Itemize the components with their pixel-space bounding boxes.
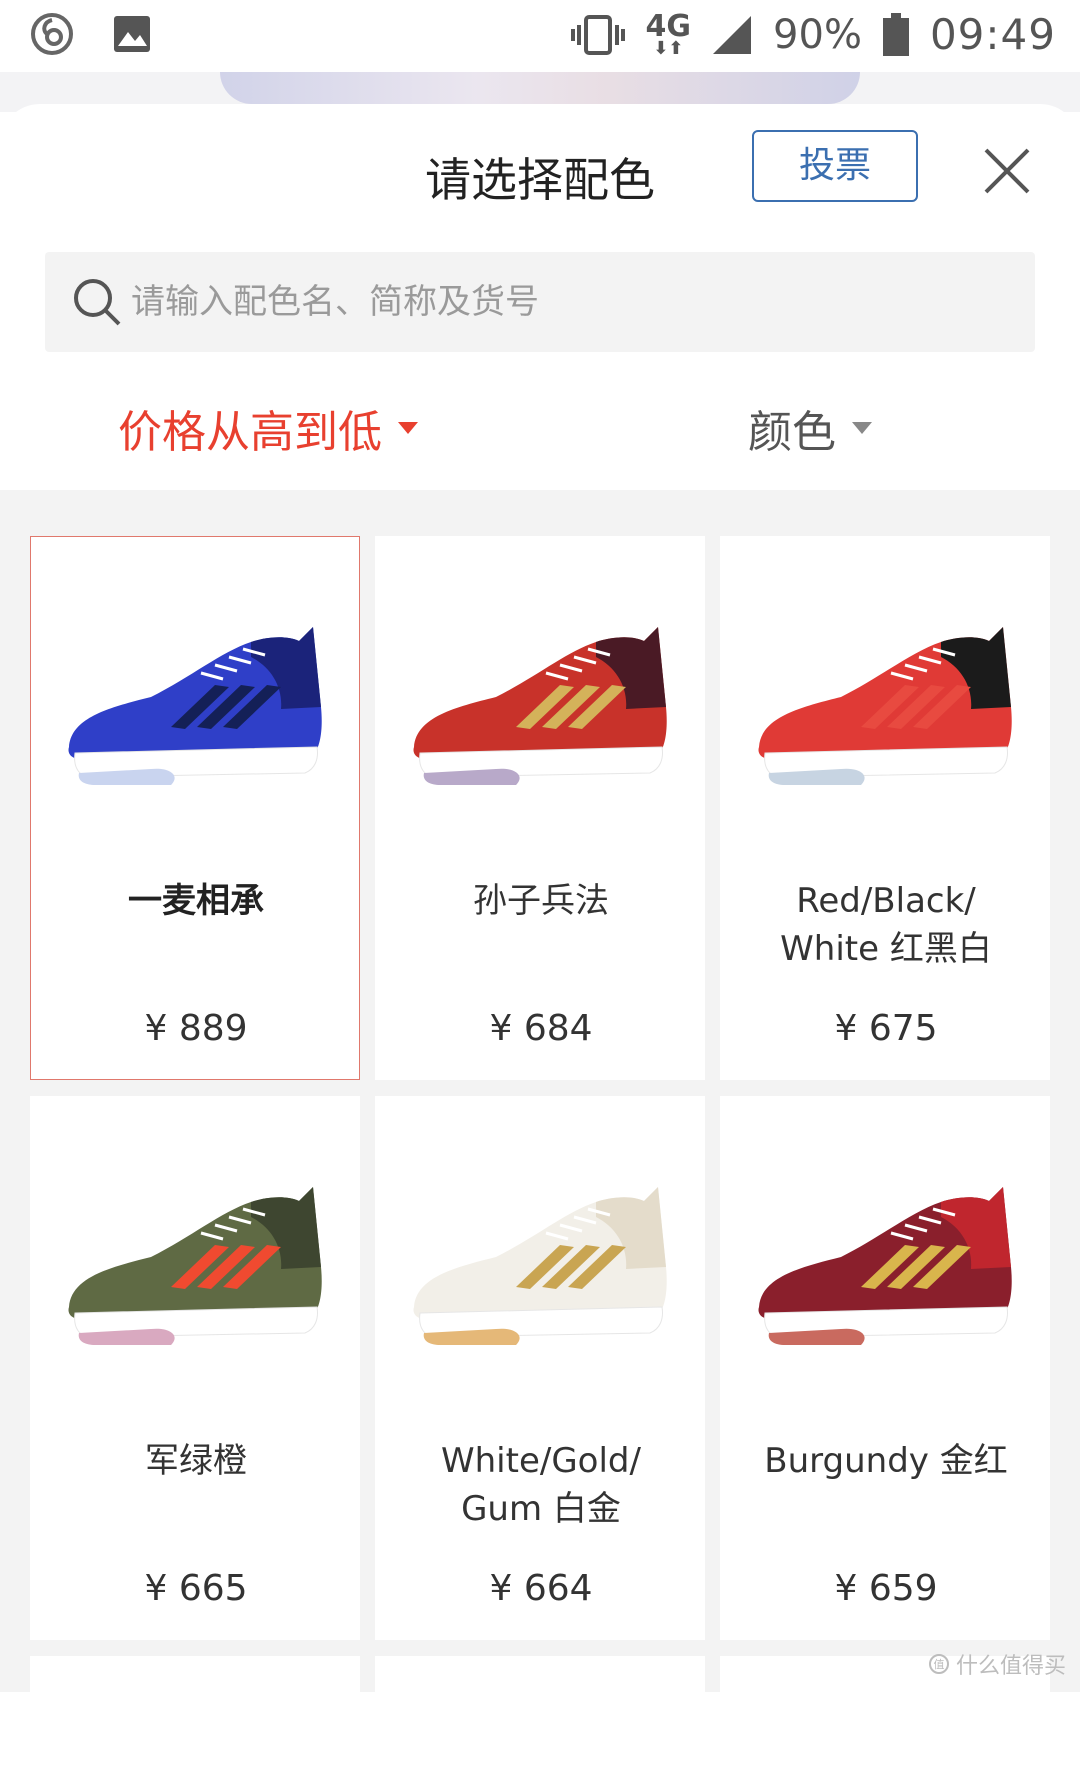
search-icon: [74, 279, 121, 326]
color-filter-dropdown[interactable]: 颜色: [748, 396, 872, 460]
product-name: Red/Black/White 红黑白: [780, 881, 992, 969]
status-bar: 4G ⬇⬆ 90% 09:49: [0, 0, 1080, 72]
product-price: ¥ 675: [834, 1008, 938, 1049]
shoe-image: [413, 627, 667, 785]
product-name: 孙子兵法: [473, 881, 609, 921]
product-card[interactable]: 孙子兵法 ¥ 684: [375, 536, 705, 1080]
dropdown-arrow-icon: [852, 422, 872, 434]
watermark-text: 什么值得买: [955, 1654, 1066, 1679]
color-picker-sheet: 请选择配色 投票 请输入配色名、简称及货号 价格从高到低 颜色 一麦相承 ¥ 8…: [0, 104, 1080, 1776]
status-right-icons: 4G ⬇⬆ 90% 09:49: [570, 10, 1056, 59]
dropdown-arrow-icon: [398, 422, 418, 434]
product-price: ¥ 665: [144, 1568, 248, 1609]
battery-percent: 90%: [773, 11, 862, 58]
gallery-icon: [114, 16, 150, 52]
search-bar[interactable]: 请输入配色名、简称及货号: [45, 252, 1035, 352]
shoe-image: [758, 1187, 1012, 1345]
network-type: 4G ⬇⬆: [645, 8, 692, 59]
product-price: ¥ 659: [834, 1568, 938, 1609]
product-grid: 一麦相承 ¥ 889 孙子兵法 ¥ 684 Red/Black/White 红黑…: [0, 490, 1080, 1776]
smzdm-logo-icon: 值: [928, 1654, 949, 1674]
battery-icon: [882, 12, 909, 56]
product-name: White/Gold/Gum 白金: [441, 1441, 641, 1529]
product-card[interactable]: 军绿橙 ¥ 665: [30, 1096, 360, 1640]
product-name: Burgundy 金红: [764, 1441, 1008, 1481]
background-shoe-image: [220, 72, 860, 104]
filter-bar: 价格从高到低 颜色: [0, 366, 1080, 486]
product-name: 军绿橙: [145, 1441, 247, 1481]
shoe-image: [68, 1187, 322, 1345]
vibrate-icon: [570, 14, 625, 55]
sort-price-dropdown[interactable]: 价格从高到低: [118, 396, 418, 460]
product-price: ¥ 889: [144, 1008, 248, 1049]
shoe-image: [758, 627, 1012, 785]
product-card[interactable]: White/Gold/Gum 白金 ¥ 664: [375, 1096, 705, 1640]
product-card[interactable]: [375, 1656, 705, 1776]
product-card[interactable]: [30, 1656, 360, 1776]
product-card[interactable]: Red/Black/White 红黑白 ¥ 675: [720, 536, 1050, 1080]
vote-button[interactable]: 投票: [752, 130, 918, 202]
close-icon[interactable]: [980, 144, 1034, 198]
product-name: 一麦相承: [128, 881, 264, 921]
product-card[interactable]: 一麦相承 ¥ 889: [30, 536, 360, 1080]
status-left-icons: [30, 12, 152, 56]
watermark: 值 什么值得买: [928, 1648, 1066, 1680]
sort-price-label: 价格从高到低: [118, 407, 382, 458]
color-filter-label: 颜色: [748, 407, 836, 458]
product-price: ¥ 664: [489, 1568, 593, 1609]
shoe-image: [68, 627, 322, 785]
shoe-image: [413, 1187, 667, 1345]
product-price: ¥ 684: [489, 1008, 593, 1049]
clock: 09:49: [929, 10, 1056, 59]
search-placeholder: 请输入配色名、简称及货号: [131, 282, 539, 322]
svg-text:值: 值: [933, 1658, 944, 1671]
netease-music-icon: [31, 13, 73, 55]
signal-icon: [713, 15, 752, 54]
product-card[interactable]: Burgundy 金红 ¥ 659: [720, 1096, 1050, 1640]
sheet-title: 请选择配色: [425, 153, 655, 207]
